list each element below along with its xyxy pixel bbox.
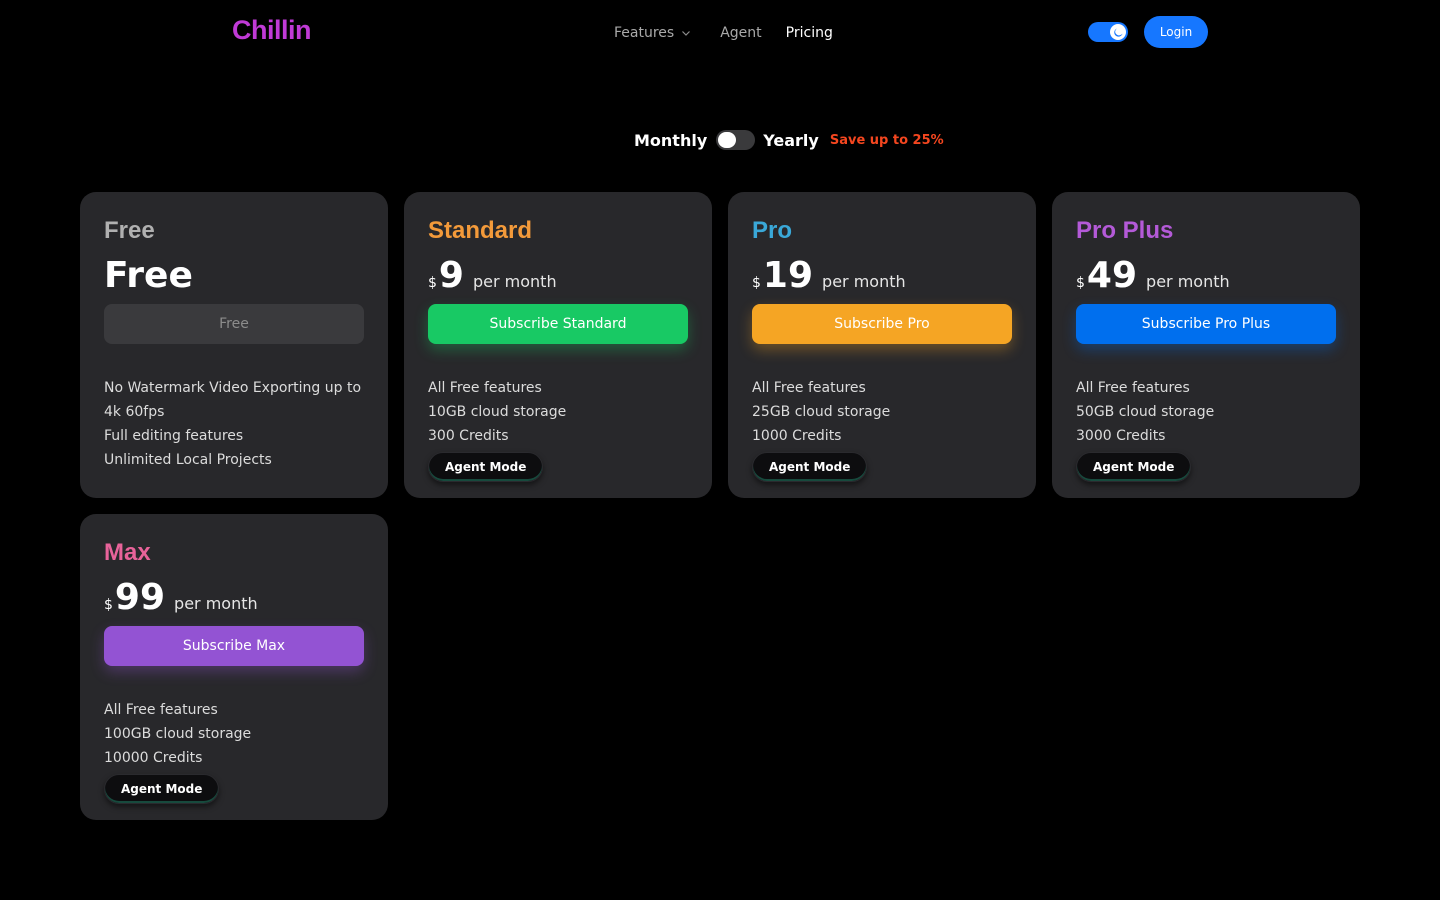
nav-agent[interactable]: Agent (720, 25, 761, 41)
feature-item: 4k 60fps (104, 404, 165, 420)
feature-item: All Free features (752, 380, 866, 396)
billing-period: per month (1146, 272, 1230, 291)
feature-item: 100GB cloud storage (104, 726, 252, 742)
feature-list: All Free features 10GB cloud storage 300… (428, 376, 688, 448)
save-badge: Save up to 25% (829, 132, 944, 148)
plan-card-free: Free Free Free No Watermark Video Export… (80, 192, 388, 498)
feature-list: All Free features 100GB cloud storage 10… (104, 698, 364, 770)
subscribe-pro-button[interactable]: Subscribe Pro (752, 304, 1012, 344)
agent-mode-button[interactable]: Agent Mode (1076, 452, 1192, 482)
billing-period: per month (472, 272, 557, 291)
feature-item: 10GB cloud storage (428, 404, 567, 420)
plan-card-pro: Pro $ 19 per month Subscribe Pro All Fre… (728, 192, 1036, 498)
feature-list: All Free features 25GB cloud storage 100… (752, 376, 1012, 448)
price-row: $ 49 per month (1076, 256, 1336, 298)
billing-switch-knob (718, 132, 737, 148)
subscribe-pro-plus-button[interactable]: Subscribe Pro Plus (1076, 304, 1336, 344)
feature-item: 300 Credits (428, 428, 509, 444)
chevron-down-icon (682, 31, 691, 36)
price-row: $ 19 per month (752, 256, 1012, 298)
feature-list: All Free features 50GB cloud storage 300… (1076, 376, 1336, 448)
feature-item: 3000 Credits (1076, 428, 1166, 444)
main-nav: Features Agent Pricing (614, 22, 833, 44)
feature-item: All Free features (104, 702, 218, 718)
feature-item: No Watermark Video Exporting up to (104, 380, 362, 396)
subscribe-max-button[interactable]: Subscribe Max (104, 626, 364, 666)
plan-price: 99 (114, 577, 166, 618)
agent-mode-button[interactable]: Agent Mode (104, 774, 220, 804)
feature-item: All Free features (428, 380, 542, 396)
price-row: $ 99 per month (104, 578, 364, 620)
yearly-label[interactable]: Yearly (763, 131, 819, 150)
plan-name: Free (104, 217, 155, 244)
feature-item: 10000 Credits (104, 750, 203, 766)
login-button[interactable]: Login (1144, 16, 1208, 48)
nav-features-dropdown[interactable]: Features (614, 25, 692, 41)
top-header: Chillin Features Agent Pricing Login (0, 0, 1440, 64)
plan-price: 49 (1086, 255, 1138, 296)
theme-toggle[interactable] (1088, 22, 1128, 42)
currency-symbol: $ (1076, 275, 1085, 291)
plan-card-standard: Standard $ 9 per month Subscribe Standar… (404, 192, 712, 498)
billing-period: per month (822, 272, 906, 291)
theme-knob (1110, 24, 1126, 40)
agent-mode-button[interactable]: Agent Mode (428, 452, 544, 482)
currency-symbol: $ (752, 275, 761, 291)
nav-pricing[interactable]: Pricing (786, 25, 833, 41)
agent-mode-button[interactable]: Agent Mode (752, 452, 868, 482)
plan-name: Pro Plus (1076, 217, 1174, 244)
plan-card-pro-plus: Pro Plus $ 49 per month Subscribe Pro Pl… (1052, 192, 1360, 498)
logo[interactable]: Chillin (232, 15, 312, 46)
plan-price: 19 (762, 255, 814, 296)
price-row: Free (104, 256, 364, 298)
plan-card-max: Max $ 99 per month Subscribe Max All Fre… (80, 514, 388, 820)
feature-item: 25GB cloud storage (752, 404, 891, 420)
nav-features-label: Features (614, 25, 675, 41)
monthly-label[interactable]: Monthly (634, 131, 707, 150)
feature-item: All Free features (1076, 380, 1190, 396)
plan-name: Standard (428, 217, 533, 244)
billing-switch[interactable] (716, 130, 756, 150)
subscribe-standard-button[interactable]: Subscribe Standard (428, 304, 688, 344)
feature-item: Unlimited Local Projects (104, 452, 272, 468)
billing-period: per month (174, 594, 258, 613)
feature-list: No Watermark Video Exporting up to 4k 60… (104, 376, 364, 472)
currency-symbol: $ (104, 597, 113, 613)
feature-item: 50GB cloud storage (1076, 404, 1215, 420)
free-plan-button[interactable]: Free (104, 304, 364, 344)
plan-name: Max (104, 539, 151, 566)
moon-icon (1113, 27, 1123, 37)
price-row: $ 9 per month (428, 256, 688, 298)
plan-price: Free (104, 255, 193, 296)
feature-item: 1000 Credits (752, 428, 842, 444)
feature-item: Full editing features (104, 428, 244, 444)
plan-price: 9 (438, 255, 464, 296)
billing-period-toggle: Monthly Yearly Save up to 25% (634, 128, 944, 152)
currency-symbol: $ (428, 275, 437, 291)
plan-name: Pro (752, 217, 793, 244)
